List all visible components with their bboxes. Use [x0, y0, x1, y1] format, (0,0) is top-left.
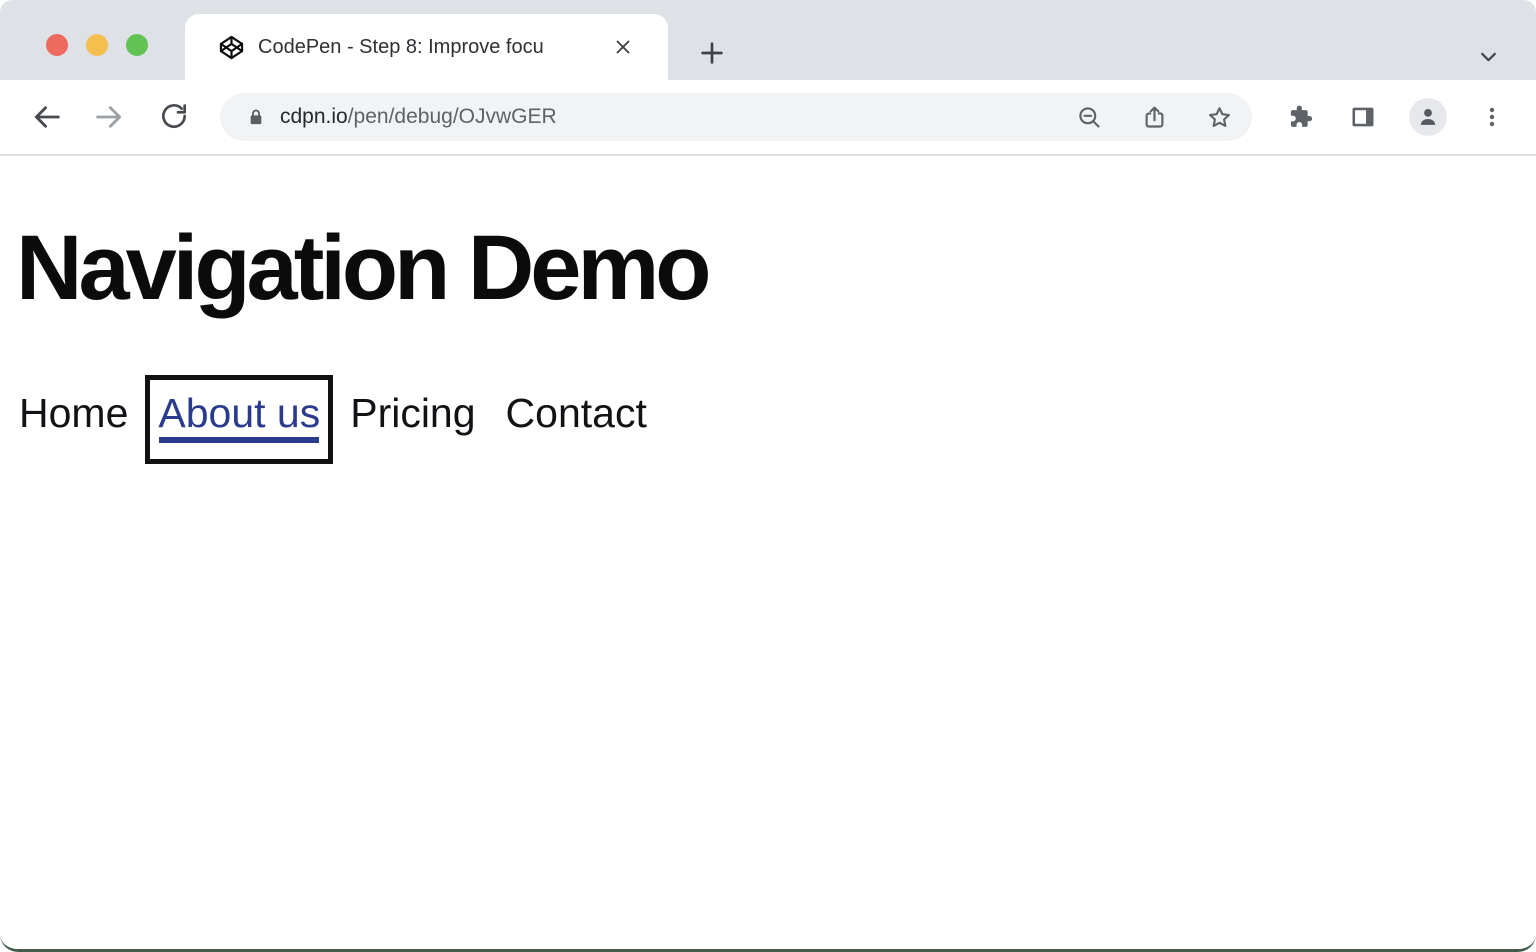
nav-item: Contact [506, 390, 647, 437]
tab-strip: CodePen - Step 8: Improve focu [0, 0, 1536, 80]
browser-toolbar: cdpn.io/pen/debug/OJvwGER [0, 80, 1536, 156]
codepen-icon [218, 34, 245, 61]
kebab-menu-icon[interactable] [1480, 105, 1504, 129]
bookmark-star-icon[interactable] [1206, 104, 1233, 131]
main-navigation: Home About us Pricing Contact [19, 390, 1536, 437]
nav-link-pricing[interactable]: Pricing [350, 390, 475, 436]
close-window-button[interactable] [46, 34, 68, 56]
side-panel-icon[interactable] [1349, 103, 1377, 131]
reload-icon[interactable] [158, 100, 192, 134]
zoom-window-button[interactable] [126, 34, 148, 56]
forward-arrow-icon[interactable] [92, 100, 126, 134]
zoom-out-icon[interactable] [1076, 104, 1103, 131]
address-bar[interactable]: cdpn.io/pen/debug/OJvwGER [220, 93, 1252, 141]
extensions-puzzle-icon[interactable] [1286, 103, 1314, 131]
url-domain: cdpn.io [280, 105, 348, 128]
share-icon[interactable] [1141, 104, 1168, 131]
back-arrow-icon[interactable] [30, 100, 64, 134]
omnibox-trailing-icons [1076, 104, 1252, 131]
nav-link-about-us[interactable]: About us [157, 387, 321, 452]
browser-window: CodePen - Step 8: Improve focu [0, 0, 1536, 952]
minimize-window-button[interactable] [86, 34, 108, 56]
page-title: Navigation Demo [16, 222, 1536, 314]
nav-item: Home [19, 390, 128, 437]
new-tab-button[interactable] [698, 39, 726, 67]
nav-item: Pricing [350, 390, 475, 437]
chevron-down-icon[interactable] [1476, 44, 1501, 69]
nav-item: About us [158, 390, 320, 437]
traffic-lights [46, 34, 148, 56]
tab-title: CodePen - Step 8: Improve focu [258, 36, 610, 59]
url-text[interactable]: cdpn.io/pen/debug/OJvwGER [280, 105, 557, 129]
lock-icon[interactable] [245, 106, 267, 128]
nav-link-home[interactable]: Home [19, 390, 128, 436]
page-content: Navigation Demo Home About us Pricing Co… [0, 222, 1536, 952]
profile-avatar[interactable] [1409, 98, 1447, 136]
url-path: /pen/debug/OJvwGER [348, 105, 557, 128]
browser-tab[interactable]: CodePen - Step 8: Improve focu [185, 14, 668, 80]
close-icon[interactable] [612, 36, 634, 58]
nav-link-contact[interactable]: Contact [506, 390, 647, 436]
